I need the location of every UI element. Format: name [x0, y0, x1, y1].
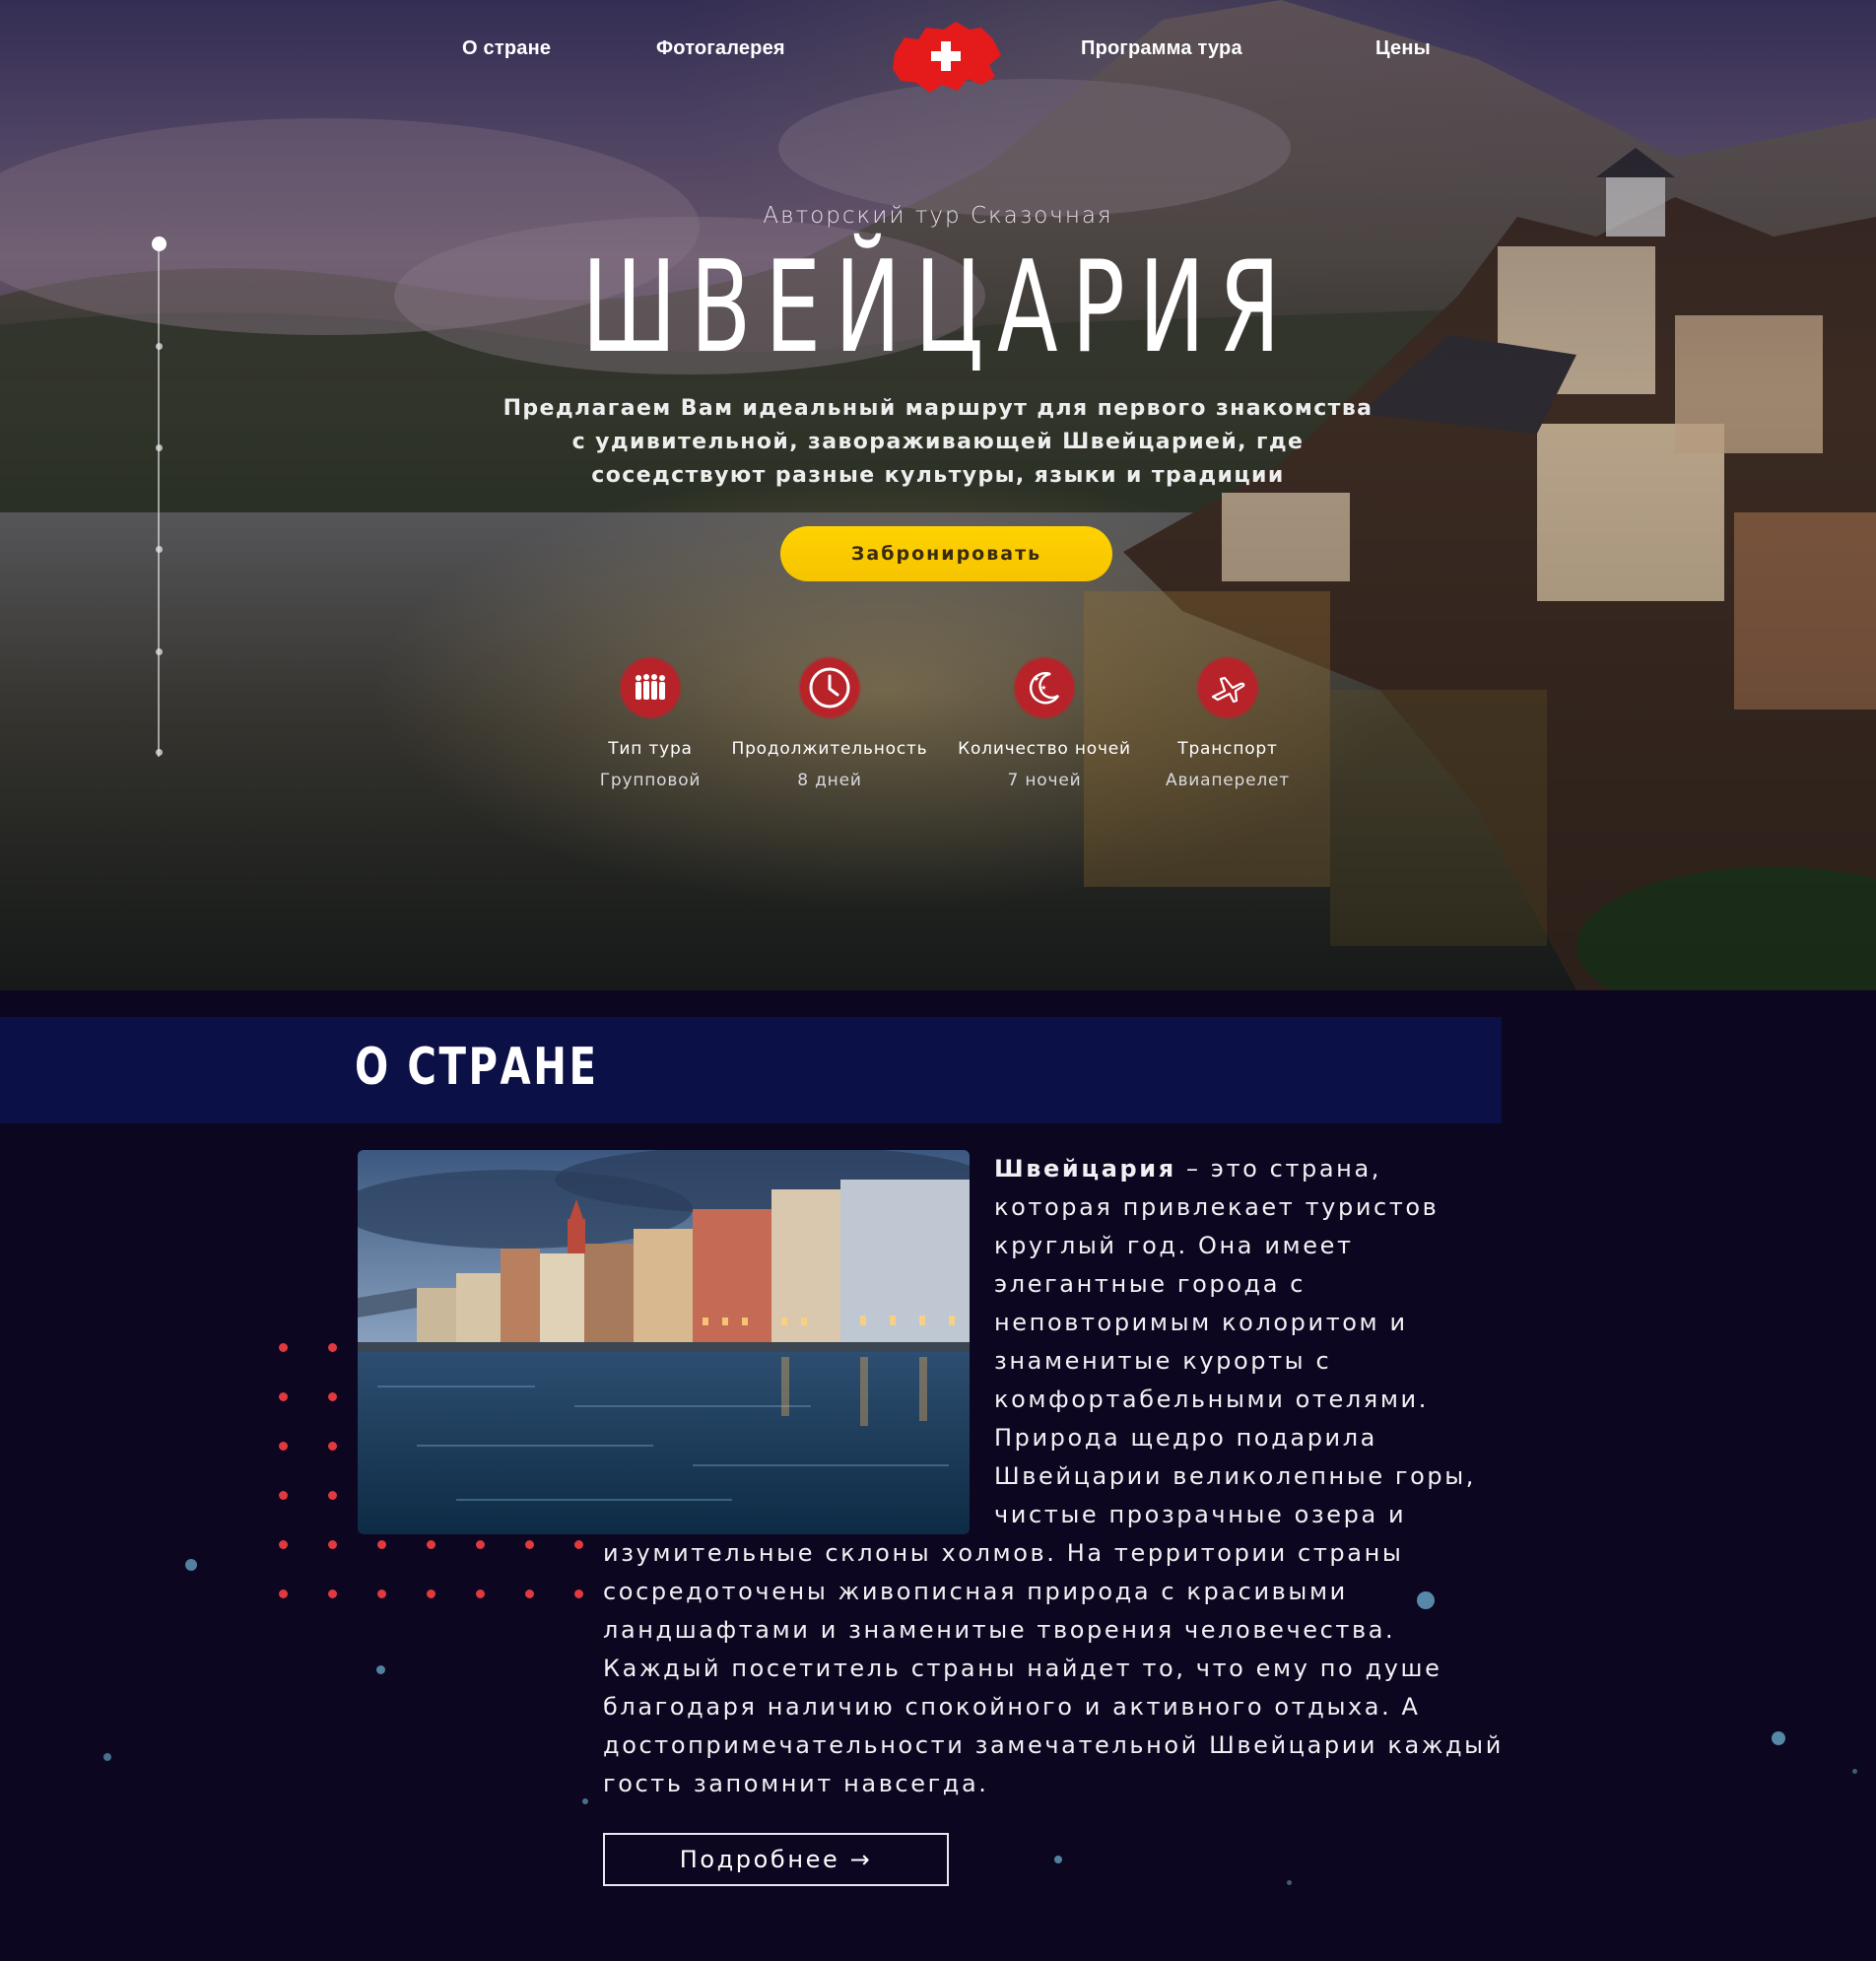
decor-star	[582, 1798, 588, 1804]
about-text-line: круглый год. Она имеет	[994, 1232, 1354, 1259]
decor-dot	[328, 1589, 337, 1598]
about-text-span: – это страна,	[1175, 1155, 1382, 1183]
nav-link-about[interactable]: О стране	[462, 37, 551, 60]
hero-section: О стране Фотогалерея Программа тура Цены…	[0, 0, 1876, 990]
decor-dot	[377, 1589, 386, 1598]
hero-subtitle: Авторский тур Сказочная	[763, 203, 1113, 229]
decor-star	[376, 1665, 385, 1674]
about-text-line: Швейцария – это страна,	[994, 1150, 1507, 1188]
about-text-line: сосредоточены живописная природа с краси…	[603, 1578, 1348, 1605]
decor-dot	[574, 1540, 583, 1549]
hero-lead: Предлагаем Вам идеальный маршрут для пер…	[493, 392, 1383, 493]
decor-star	[185, 1559, 197, 1571]
feature-value: 8 дней	[797, 771, 862, 790]
pagination-dot-3[interactable]	[156, 444, 163, 451]
pagination-dot-5[interactable]	[156, 648, 163, 655]
decor-star	[103, 1753, 111, 1761]
about-text-bold: Швейцария	[994, 1155, 1176, 1183]
plane-icon	[1198, 658, 1257, 717]
top-nav: О стране Фотогалерея Программа тура Цены	[0, 22, 1876, 93]
decor-dot	[328, 1343, 337, 1352]
about-text-line: элегантные города с	[994, 1270, 1306, 1298]
group-icon	[621, 658, 680, 717]
about-city-photo	[358, 1150, 970, 1534]
nav-link-prices[interactable]: Цены	[1375, 37, 1431, 60]
pagination-dot-4[interactable]	[156, 546, 163, 553]
moon-icon: ✦ ★	[1015, 658, 1074, 717]
decor-dot	[328, 1442, 337, 1451]
hero-title: ШВЕЙЦАРИЯ	[581, 235, 1295, 381]
decor-star	[1287, 1880, 1292, 1885]
decor-dot	[279, 1442, 288, 1451]
about-heading-band	[0, 1017, 1502, 1123]
decor-dot	[476, 1589, 485, 1598]
decor-dot	[279, 1540, 288, 1549]
about-text-line: знаменитые курорты с	[994, 1347, 1332, 1375]
nav-link-program[interactable]: Программа тура	[1081, 37, 1242, 60]
decor-dot	[377, 1540, 386, 1549]
about-text-line: Природа щедро подарила	[994, 1424, 1377, 1452]
feature-label: Продолжительность	[731, 739, 928, 759]
pagination-dot-6[interactable]	[156, 749, 163, 756]
swiss-map-logo[interactable]	[887, 16, 1005, 99]
svg-text:★: ★	[1040, 684, 1046, 692]
about-text-line: Швейцарии великолепные горы,	[994, 1462, 1477, 1490]
decor-dot	[328, 1392, 337, 1401]
book-button[interactable]: Забронировать	[780, 526, 1112, 581]
about-text-line: комфортабельными отелями.	[994, 1386, 1429, 1413]
about-heading: О СТРАНЕ	[355, 1038, 599, 1097]
decor-dot	[427, 1540, 436, 1549]
decor-dot	[525, 1540, 534, 1549]
about-text-line: которая привлекает туристов	[994, 1193, 1440, 1221]
svg-text:✦: ✦	[1033, 675, 1040, 685]
decor-dot	[279, 1392, 288, 1401]
decor-star	[1852, 1769, 1857, 1774]
more-button[interactable]: Подробнее →	[603, 1833, 949, 1886]
about-text-line: неповторимым колоритом и	[994, 1309, 1408, 1336]
about-text-line: ландшафтами и знаменитые творения челове…	[603, 1616, 1396, 1644]
about-text-line: чистые прозрачные озера и	[994, 1501, 1407, 1528]
about-text-line: благодаря наличию спокойного и активного…	[603, 1693, 1421, 1721]
hero-lead-line: Предлагаем Вам идеальный маршрут для пер…	[502, 396, 1374, 421]
feature-duration: Продолжительность 8 дней	[721, 658, 938, 790]
decor-dot	[476, 1540, 485, 1549]
feature-transport: Транспорт Авиаперелет	[1119, 658, 1336, 790]
about-text-side: Швейцария – это страна, которая привлека…	[994, 1150, 1507, 1534]
pagination-line	[158, 244, 160, 757]
decor-dot	[574, 1589, 583, 1598]
decor-dot	[279, 1589, 288, 1598]
clock-icon	[800, 658, 859, 717]
about-text-line: Каждый посетитель страны найдет то, что …	[603, 1655, 1442, 1682]
about-text-line: достопримечательности замечательной Швей…	[603, 1731, 1504, 1759]
feature-value: Авиаперелет	[1166, 771, 1290, 790]
decor-dot	[328, 1540, 337, 1549]
hero-lead-line: с удивительной, завораживающей Швейцарие…	[571, 430, 1305, 454]
about-text-wide: изумительные склоны холмов. На территори…	[603, 1534, 1509, 1803]
pagination-dot-2[interactable]	[156, 343, 163, 350]
slide-pagination	[152, 237, 167, 759]
feature-label: Транспорт	[1177, 739, 1278, 759]
decor-star	[1054, 1856, 1062, 1863]
hero-lead-line: соседствуют разные культуры, языки и тра…	[591, 463, 1285, 488]
about-text-line: изумительные склоны холмов. На территори…	[603, 1539, 1404, 1567]
about-section: О СТРАНЕ Швейцария – это страна, которая…	[0, 990, 1876, 1961]
page: О стране Фотогалерея Программа тура Цены…	[0, 0, 1876, 1961]
pagination-dot-1[interactable]	[152, 237, 167, 251]
decor-dot	[525, 1589, 534, 1598]
hero-overlay	[0, 0, 1876, 990]
decor-dot	[279, 1491, 288, 1500]
decor-dot	[328, 1491, 337, 1500]
decor-star	[1772, 1731, 1785, 1745]
decor-dot	[279, 1343, 288, 1352]
decor-dot	[427, 1589, 436, 1598]
about-text-line: гость запомнит навсегда.	[603, 1770, 989, 1797]
nav-link-gallery[interactable]: Фотогалерея	[656, 37, 785, 60]
